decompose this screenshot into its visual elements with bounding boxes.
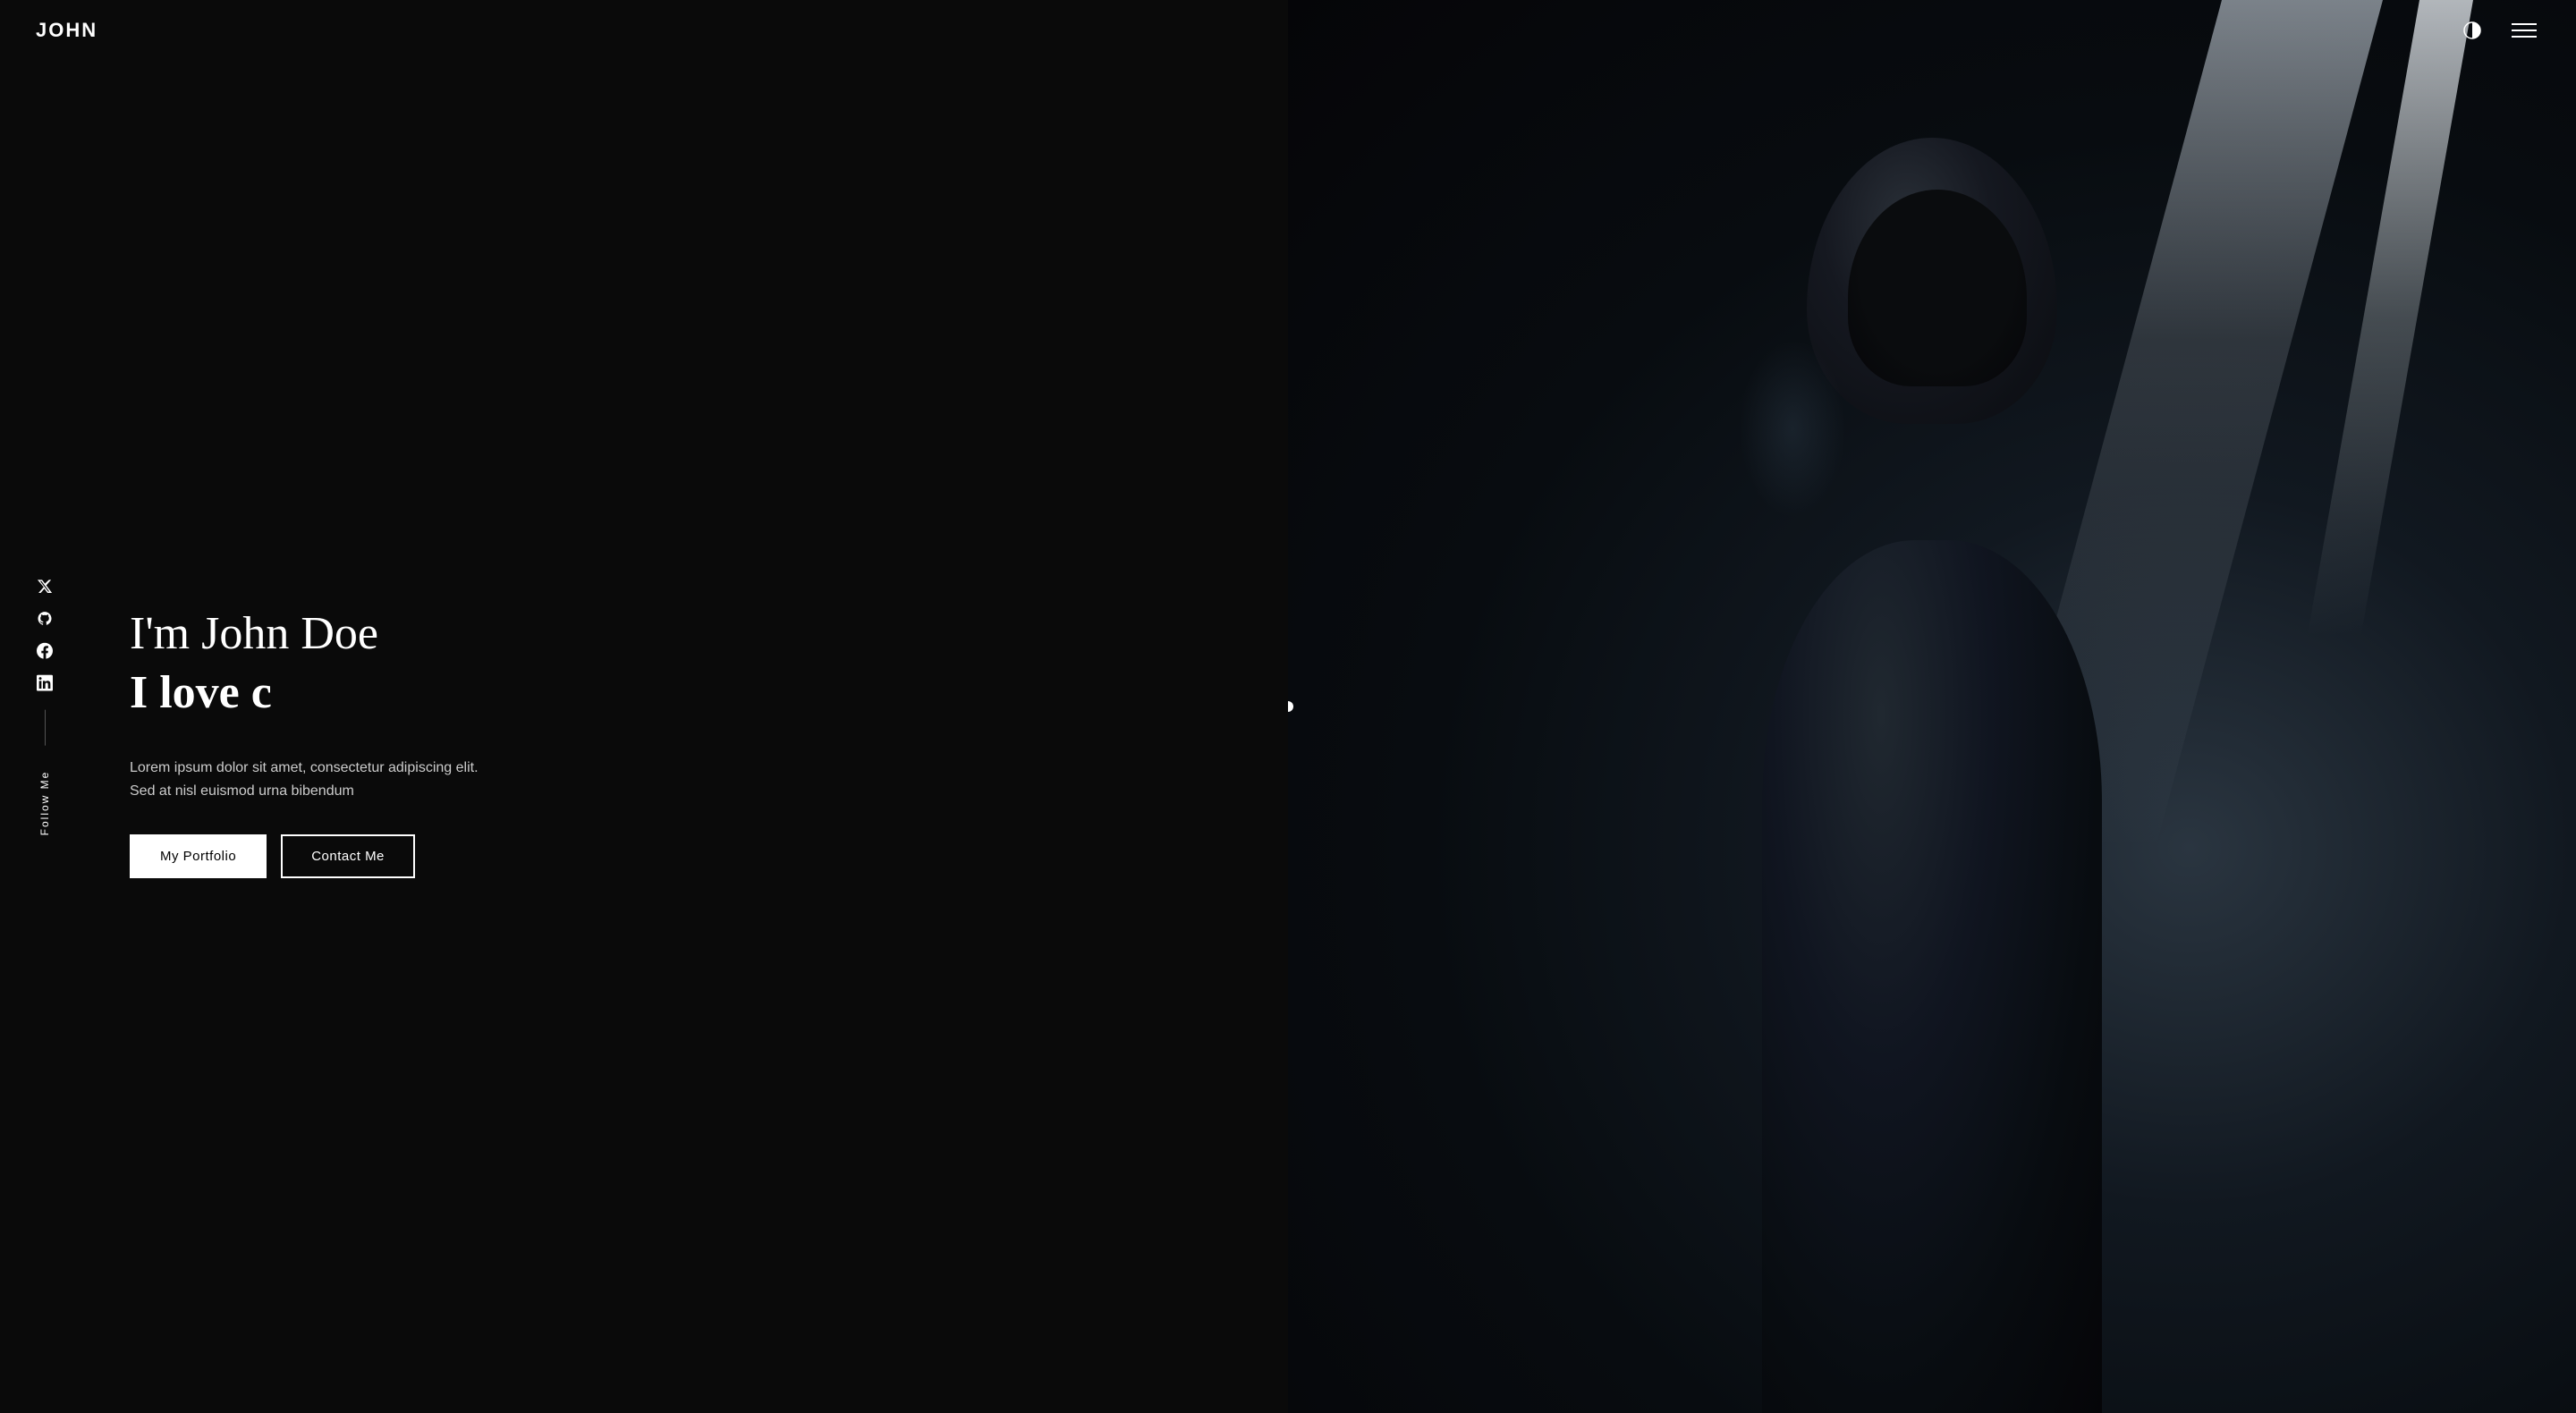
hero-name: I'm John Doe [130, 606, 1234, 662]
main-layout: Follow Me I'm John Doe I love c Lorem ip… [0, 0, 2576, 1413]
figure-glow [1739, 339, 1846, 518]
linkedin-link[interactable] [36, 674, 54, 692]
follow-label: Follow Me [38, 771, 51, 836]
hero-buttons: My Portfolio Contact Me [130, 834, 1234, 878]
theme-icon [2462, 20, 2483, 41]
right-panel [1288, 0, 2576, 1413]
hood [1807, 138, 2057, 424]
twitter-icon [37, 579, 53, 595]
hamburger-line-2 [2512, 30, 2537, 31]
contact-button[interactable]: Contact Me [281, 834, 415, 878]
indicator-dot [1288, 701, 1293, 712]
theme-toggle-button[interactable] [2458, 16, 2487, 45]
facebook-link[interactable] [36, 642, 54, 660]
figure-body [1449, 71, 2415, 1413]
header: JOHN [0, 0, 2576, 61]
logo: JOHN [36, 19, 97, 42]
portfolio-button[interactable]: My Portfolio [130, 834, 267, 878]
hamburger-menu[interactable] [2508, 20, 2540, 41]
github-icon [37, 611, 53, 627]
hamburger-line-1 [2512, 23, 2537, 25]
header-right [2458, 16, 2540, 45]
hero-image [1288, 0, 2576, 1413]
left-panel: Follow Me I'm John Doe I love c Lorem ip… [0, 0, 1288, 1413]
twitter-link[interactable] [36, 578, 54, 596]
hood-inner [1848, 190, 2027, 386]
hamburger-line-3 [2512, 36, 2537, 38]
hero-content: I'm John Doe I love c Lorem ipsum dolor … [0, 72, 1288, 1413]
figure [1449, 71, 2415, 1413]
linkedin-icon [37, 675, 53, 691]
social-divider [45, 710, 46, 746]
github-link[interactable] [36, 610, 54, 628]
social-sidebar: Follow Me [36, 578, 54, 836]
facebook-icon [37, 643, 53, 659]
hero-description: Lorem ipsum dolor sit amet, consectetur … [130, 757, 505, 802]
hero-tagline: I love c [130, 665, 1234, 721]
photo-background [1288, 0, 2576, 1413]
body-shape [1762, 540, 2102, 1413]
